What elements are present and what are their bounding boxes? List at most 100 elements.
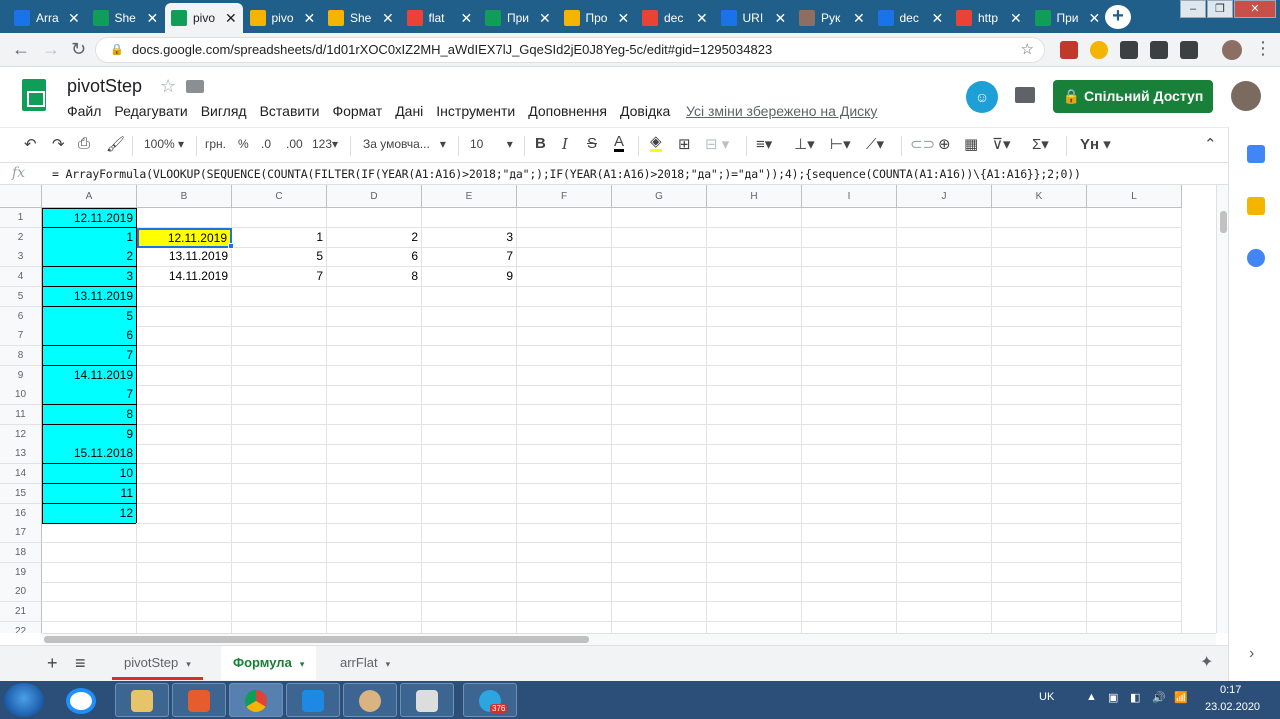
- row-header[interactable]: 13: [0, 444, 42, 465]
- cell[interactable]: [137, 621, 232, 633]
- browser-tab[interactable]: She ✕: [87, 3, 165, 33]
- cell[interactable]: [137, 562, 232, 583]
- cell[interactable]: [517, 503, 612, 524]
- row-header[interactable]: 17: [0, 523, 42, 544]
- cell[interactable]: [42, 542, 137, 563]
- tasks-icon[interactable]: [1247, 249, 1265, 267]
- cell[interactable]: [137, 464, 232, 485]
- cell[interactable]: [897, 405, 992, 425]
- cell[interactable]: [612, 621, 707, 633]
- cell[interactable]: [232, 602, 327, 622]
- cell[interactable]: [327, 286, 422, 307]
- print-icon[interactable]: ⎙: [78, 135, 90, 152]
- link-icon[interactable]: ⊂⊃: [910, 135, 935, 153]
- browser-tab[interactable]: Рук ✕: [793, 3, 871, 33]
- tab-close-icon[interactable]: ✕: [775, 10, 787, 27]
- browser-tab[interactable]: Про ✕: [558, 3, 636, 33]
- cell[interactable]: [517, 208, 612, 228]
- cell[interactable]: [802, 562, 897, 583]
- cell[interactable]: [517, 306, 612, 327]
- cell[interactable]: [897, 247, 992, 268]
- column-header[interactable]: B: [137, 185, 232, 208]
- cell[interactable]: [137, 582, 232, 603]
- cell[interactable]: [707, 247, 802, 268]
- fill-handle[interactable]: [228, 243, 234, 250]
- all-sheets-button[interactable]: ≡: [63, 646, 98, 680]
- cell[interactable]: [1087, 306, 1182, 327]
- close-window-button[interactable]: ✕: [1234, 0, 1276, 18]
- menu-edit[interactable]: Редагувати: [114, 103, 187, 119]
- cell[interactable]: [612, 227, 707, 248]
- cell[interactable]: [802, 208, 897, 228]
- cell[interactable]: [232, 365, 327, 386]
- menu-help[interactable]: Довідка: [620, 103, 670, 119]
- redo-icon[interactable]: ↷: [52, 135, 65, 153]
- cell[interactable]: [707, 621, 802, 633]
- cell[interactable]: [897, 602, 992, 622]
- cell[interactable]: [612, 582, 707, 603]
- browser-tab[interactable]: При ✕: [479, 3, 557, 33]
- cell[interactable]: [707, 523, 802, 544]
- cell[interactable]: 3: [42, 267, 137, 288]
- cell[interactable]: [327, 405, 422, 425]
- menu-format[interactable]: Формат: [332, 103, 382, 119]
- taskbar-explorer[interactable]: [115, 683, 169, 717]
- tray-expand-icon[interactable]: ▲: [1086, 691, 1097, 703]
- cell[interactable]: [992, 602, 1087, 622]
- cell[interactable]: 14.11.2019: [137, 267, 232, 288]
- taskbar-vscode[interactable]: [286, 683, 340, 717]
- sheets-logo-icon[interactable]: [22, 79, 46, 111]
- cell[interactable]: [517, 286, 612, 307]
- currency-button[interactable]: грн.: [205, 137, 226, 151]
- cell[interactable]: [517, 444, 612, 465]
- cell[interactable]: [612, 503, 707, 524]
- cell[interactable]: [707, 345, 802, 366]
- cell[interactable]: [992, 405, 1087, 425]
- cell[interactable]: [897, 267, 992, 288]
- profile-avatar[interactable]: [1222, 40, 1242, 60]
- cell[interactable]: [802, 503, 897, 524]
- browser-tab[interactable]: dec ✕: [872, 3, 950, 33]
- cell[interactable]: [422, 208, 517, 228]
- cell[interactable]: [612, 483, 707, 504]
- row-header[interactable]: 14: [0, 464, 42, 485]
- tab-close-icon[interactable]: ✕: [68, 10, 80, 27]
- cell[interactable]: [1087, 227, 1182, 248]
- cell[interactable]: [422, 542, 517, 563]
- expand-panel-icon[interactable]: ›: [1249, 645, 1254, 663]
- cell[interactable]: [232, 405, 327, 425]
- row-header[interactable]: 20: [0, 582, 42, 603]
- cell[interactable]: [707, 483, 802, 504]
- cell[interactable]: [1087, 424, 1182, 445]
- cell[interactable]: [232, 286, 327, 307]
- cell[interactable]: [327, 365, 422, 386]
- start-button[interactable]: [4, 683, 44, 717]
- cell[interactable]: [992, 444, 1087, 465]
- cell[interactable]: [612, 562, 707, 583]
- maximize-button[interactable]: ❐: [1207, 0, 1233, 18]
- save-status-link[interactable]: Усі зміни збережено на Диску: [686, 103, 877, 119]
- cell[interactable]: 11: [42, 483, 137, 504]
- cell[interactable]: [1087, 208, 1182, 228]
- cell[interactable]: [327, 542, 422, 563]
- cell[interactable]: [612, 306, 707, 327]
- cell[interactable]: [327, 483, 422, 504]
- browser-tab[interactable]: Arra ✕: [8, 3, 86, 33]
- browser-tab[interactable]: flat ✕: [401, 3, 479, 33]
- comment-insert-icon[interactable]: ⊕: [938, 135, 951, 153]
- number-format-select[interactable]: 123▾: [312, 137, 338, 151]
- cell[interactable]: [517, 424, 612, 445]
- cell[interactable]: 5: [232, 247, 327, 268]
- cell[interactable]: [802, 483, 897, 504]
- extension-icon[interactable]: [1060, 41, 1078, 59]
- row-header[interactable]: 16: [0, 503, 42, 524]
- menu-file[interactable]: Файл: [67, 103, 101, 119]
- cell[interactable]: 12: [42, 503, 137, 524]
- cell[interactable]: [612, 365, 707, 386]
- menu-data[interactable]: Дані: [395, 103, 423, 119]
- cell[interactable]: [802, 227, 897, 248]
- minimize-button[interactable]: –: [1180, 0, 1206, 18]
- cell[interactable]: [612, 345, 707, 366]
- cell[interactable]: [802, 464, 897, 485]
- tab-close-icon[interactable]: ✕: [147, 10, 159, 27]
